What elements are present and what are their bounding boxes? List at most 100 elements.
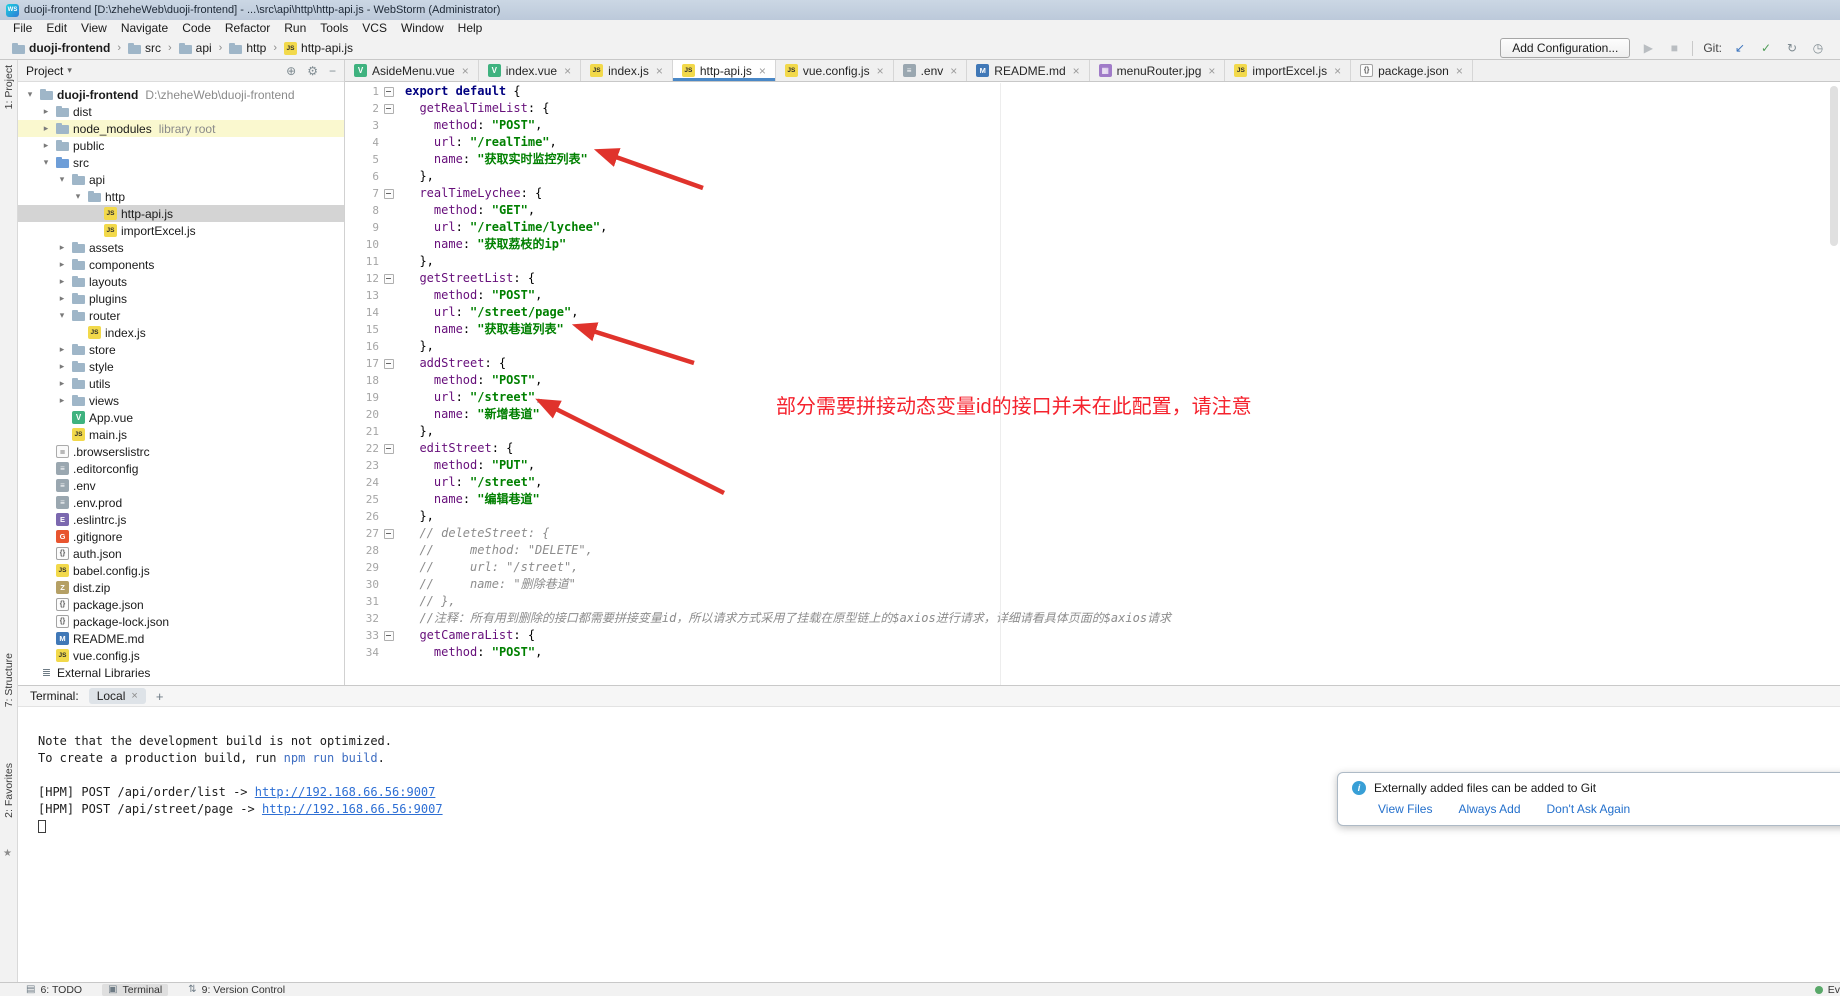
statusbar-6-todo[interactable]: ▤6: TODO [26,984,82,996]
notification-action-view-files[interactable]: View Files [1378,802,1432,816]
code-line[interactable]: 14 url: "/street/page", [345,304,1840,321]
code-line[interactable]: 12 getStreetList: { [345,270,1840,287]
terminal-link[interactable]: http://192.168.66.56:9007 [262,802,443,816]
tree-open-arrow-icon[interactable]: ▾ [72,191,84,202]
code-line[interactable]: 2 getRealTimeList: { [345,100,1840,117]
fold-marker-icon[interactable] [379,627,399,644]
clock-icon[interactable]: ◷ [1810,41,1826,55]
tree-item-views[interactable]: ▸views [18,392,344,409]
tree-item-index-js[interactable]: index.js [18,324,344,341]
code-line[interactable]: 1export default { [345,83,1840,100]
tree-open-arrow-icon[interactable]: ▾ [40,157,52,168]
tree-closed-arrow-icon[interactable]: ▸ [56,293,68,304]
tree-item-env-prod[interactable]: .env.prod [18,494,344,511]
fold-marker-icon[interactable] [379,83,399,100]
code-line[interactable]: 11 }, [345,253,1840,270]
tree-item-node-modules[interactable]: ▸node_moduleslibrary root [18,120,344,137]
tree-closed-arrow-icon[interactable]: ▸ [40,106,52,117]
editor-tab-importexcel-js[interactable]: importExcel.js× [1225,60,1351,81]
run-icon[interactable]: ▶ [1640,41,1656,55]
code-line[interactable]: 28 // method: "DELETE", [345,542,1840,559]
menu-item-edit[interactable]: Edit [39,20,74,37]
breadcrumb-item-http[interactable]: http [227,41,268,55]
tree-item-package-lock-json[interactable]: package-lock.json [18,613,344,630]
tree-closed-arrow-icon[interactable]: ▸ [56,259,68,270]
git-commit-icon[interactable]: ✓ [1758,41,1774,55]
locate-file-icon[interactable]: ⊕ [286,64,296,78]
notification-balloon[interactable]: i Externally added files can be added to… [1337,772,1840,826]
tree-item-store[interactable]: ▸store [18,341,344,358]
fold-marker-icon[interactable] [379,100,399,117]
close-icon[interactable]: × [1456,64,1463,78]
code-line[interactable]: 34 method: "POST", [345,644,1840,661]
tree-item-eslintrc-js[interactable]: .eslintrc.js [18,511,344,528]
menu-item-help[interactable]: Help [451,20,490,37]
tree-closed-arrow-icon[interactable]: ▸ [40,123,52,134]
code-line[interactable]: 24 url: "/street", [345,474,1840,491]
tree-closed-arrow-icon[interactable]: ▸ [56,361,68,372]
tree-closed-arrow-icon[interactable]: ▸ [56,395,68,406]
tree-item-public[interactable]: ▸public [18,137,344,154]
tool-stripe-structure[interactable]: 7: Structure [3,653,15,707]
code-line[interactable]: 5 name: "获取实时监控列表" [345,151,1840,168]
menu-item-tools[interactable]: Tools [313,20,355,37]
fold-marker-icon[interactable] [379,185,399,202]
breadcrumb-item-duoji-frontend[interactable]: duoji-frontend [10,41,112,55]
tool-stripe-project[interactable]: 1: Project [3,65,15,109]
close-icon[interactable]: × [759,64,766,78]
editor-tab-http-api-js[interactable]: http-api.js× [673,60,776,81]
code-line[interactable]: 25 name: "编辑巷道" [345,491,1840,508]
code-line[interactable]: 4 url: "/realTime", [345,134,1840,151]
code-line[interactable]: 32 //注释：所有用到删除的接口都需要拼接变量id，所以请求方式采用了挂载在原… [345,610,1840,627]
close-icon[interactable]: × [462,64,469,78]
editor-tab-index-js[interactable]: index.js× [581,60,673,81]
tree-item-style[interactable]: ▸style [18,358,344,375]
tree-item-duoji-frontend[interactable]: ▾duoji-frontendD:\zheheWeb\duoji-fronten… [18,86,344,103]
notification-action-always-add[interactable]: Always Add [1458,802,1520,816]
editor-tab-package-json[interactable]: package.json× [1351,60,1473,81]
menu-item-vcs[interactable]: VCS [355,20,394,37]
add-configuration-button[interactable]: Add Configuration... [1500,38,1630,58]
tree-item-package-json[interactable]: package.json [18,596,344,613]
tree-item-editorconfig[interactable]: .editorconfig [18,460,344,477]
tree-item-components[interactable]: ▸components [18,256,344,273]
statusbar-9-version-control[interactable]: ⇅9: Version Control [188,984,285,996]
tree-closed-arrow-icon[interactable]: ▸ [56,242,68,253]
tree-item-env[interactable]: .env [18,477,344,494]
code-line[interactable]: 29 // url: "/street", [345,559,1840,576]
editor-tab-asidemenu-vue[interactable]: AsideMenu.vue× [345,60,479,81]
tree-item-utils[interactable]: ▸utils [18,375,344,392]
code-line[interactable]: 16 }, [345,338,1840,355]
code-line[interactable]: 6 }, [345,168,1840,185]
tree-item-auth-json[interactable]: auth.json [18,545,344,562]
breadcrumb-item-src[interactable]: src [126,41,163,55]
tree-item-browserslistrc[interactable]: .browserslistrc [18,443,344,460]
fold-marker-icon[interactable] [379,525,399,542]
breadcrumb-item-api[interactable]: api [177,41,214,55]
git-history-icon[interactable]: ↻ [1784,41,1800,55]
tree-item-external-libraries[interactable]: External Libraries [18,664,344,681]
tree-item-plugins[interactable]: ▸plugins [18,290,344,307]
terminal-output[interactable]: Note that the development build is not o… [18,707,1840,982]
tree-item-app-vue[interactable]: App.vue [18,409,344,426]
code-line[interactable]: 18 method: "POST", [345,372,1840,389]
tree-item-readme-md[interactable]: README.md [18,630,344,647]
code-line[interactable]: 21 }, [345,423,1840,440]
code-line[interactable]: 3 method: "POST", [345,117,1840,134]
tree-item-layouts[interactable]: ▸layouts [18,273,344,290]
tree-item-api[interactable]: ▾api [18,171,344,188]
tree-closed-arrow-icon[interactable]: ▸ [56,378,68,389]
code-line[interactable]: 9 url: "/realTime/lychee", [345,219,1840,236]
code-line[interactable]: 23 method: "PUT", [345,457,1840,474]
editor-tab-index-vue[interactable]: index.vue× [479,60,581,81]
editor-tab-vue-config-js[interactable]: vue.config.js× [776,60,894,81]
statusbar-terminal[interactable]: ▣Terminal [102,984,168,996]
fold-marker-icon[interactable] [379,440,399,457]
new-terminal-tab-icon[interactable]: + [156,689,164,704]
fold-marker-icon[interactable] [379,355,399,372]
menu-item-view[interactable]: View [74,20,114,37]
close-icon[interactable]: × [131,690,137,702]
tree-item-gitignore[interactable]: .gitignore [18,528,344,545]
tree-item-importexcel-js[interactable]: importExcel.js [18,222,344,239]
tree-item-dist-zip[interactable]: dist.zip [18,579,344,596]
